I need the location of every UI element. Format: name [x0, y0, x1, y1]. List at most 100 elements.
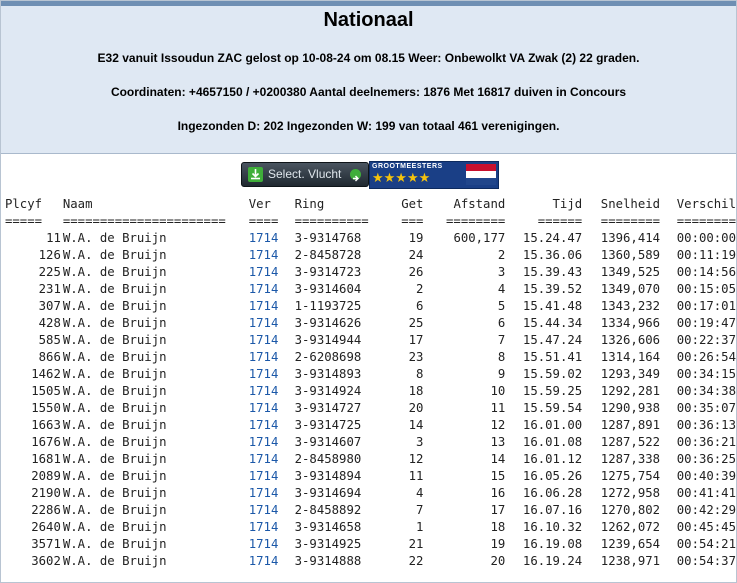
- cell-ring: 2-8458980: [294, 452, 362, 466]
- cell-naam: W.A. de Bruijn: [62, 299, 167, 313]
- cell-verschil: 00:42:29: [676, 503, 736, 517]
- cell-verschil: 00:34:15: [676, 367, 736, 381]
- cell-ver[interactable]: 1714: [249, 519, 295, 536]
- cell-tijd: 16.10.32: [522, 520, 583, 534]
- cell-get: 1: [416, 520, 424, 534]
- cell-ring: 2-6208698: [294, 350, 362, 364]
- col-header-tijd: Tijd: [552, 197, 583, 211]
- cell-ver[interactable]: 1714: [249, 281, 295, 298]
- cell-snelheid: 1270,802: [600, 503, 661, 517]
- select-flight-button[interactable]: Select. Vlucht: [241, 162, 369, 187]
- cell-plcyf: 1681: [31, 452, 61, 466]
- cell-ring: 3-9314888: [294, 554, 362, 568]
- cell-ver[interactable]: 1714: [249, 315, 295, 332]
- cell-ver[interactable]: 1714: [249, 468, 295, 485]
- cell-ver[interactable]: 1714: [249, 502, 295, 519]
- cell-ring: 3-9314727: [294, 401, 362, 415]
- cell-plcyf: 11: [46, 231, 61, 245]
- cell-verschil: 00:36:13: [676, 418, 736, 432]
- cell-ver[interactable]: 1714: [249, 434, 295, 451]
- cell-afstand: 15: [490, 469, 506, 483]
- cell-ver[interactable]: 1714: [249, 536, 295, 553]
- cell-ver[interactable]: 1714: [249, 298, 295, 315]
- cell-get: 11: [408, 469, 424, 483]
- cell-plcyf: 126: [38, 248, 61, 262]
- cell-get: 20: [408, 401, 424, 415]
- cell-verschil: 00:17:01: [676, 299, 736, 313]
- cell-afstand: 9: [497, 367, 506, 381]
- cell-ver[interactable]: 1714: [249, 349, 295, 366]
- cell-ver[interactable]: 1714: [249, 485, 295, 502]
- cell-ver[interactable]: 1714: [249, 332, 295, 349]
- separator: =====: [5, 214, 43, 228]
- dutch-flag-icon: [466, 164, 496, 185]
- cell-verschil: 00:11:19: [676, 248, 736, 262]
- grootmeesters-link[interactable]: GROOTMEESTERS ★★★★★: [369, 161, 499, 189]
- cell-ver[interactable]: 1714: [249, 553, 295, 570]
- cell-ring: 3-9314626: [294, 316, 362, 330]
- table-row: 231 W.A. de Bruijn 1714 3-9314604 2 4 15.39.52…: [5, 281, 736, 298]
- cell-ver[interactable]: 1714: [249, 383, 295, 400]
- cell-naam: W.A. de Bruijn: [62, 435, 167, 449]
- cell-plcyf: 2190: [31, 486, 61, 500]
- cell-tijd: 16.05.26: [522, 469, 583, 483]
- cell-ver[interactable]: 1714: [249, 400, 295, 417]
- col-header-verschil: Verschil: [676, 197, 736, 211]
- cell-ring: 3-9314925: [294, 537, 362, 551]
- cell-snelheid: 1349,070: [600, 282, 661, 296]
- cell-naam: W.A. de Bruijn: [62, 316, 167, 330]
- race-header: Nationaal E32 vanuit Issoudun ZAC gelost…: [1, 1, 736, 154]
- cell-afstand: 20: [490, 554, 506, 568]
- cell-plcyf: 2286: [31, 503, 61, 517]
- table-row: 1663 W.A. de Bruijn 1714 3-9314725 14 12 16.01…: [5, 417, 736, 434]
- cell-tijd: 15.59.54: [522, 401, 583, 415]
- table-row: 1550 W.A. de Bruijn 1714 3-9314727 20 11 15.59…: [5, 400, 736, 417]
- cell-get: 21: [408, 537, 424, 551]
- cell-get: 25: [408, 316, 424, 330]
- cell-snelheid: 1287,522: [600, 435, 661, 449]
- table-row: 866 W.A. de Bruijn 1714 2-6208698 23 8 15.51.4…: [5, 349, 736, 366]
- cell-ver[interactable]: 1714: [249, 451, 295, 468]
- cell-ring: 3-9314893: [294, 367, 362, 381]
- cell-ver[interactable]: 1714: [249, 264, 295, 281]
- cell-snelheid: 1292,281: [600, 384, 661, 398]
- cell-naam: W.A. de Bruijn: [62, 469, 167, 483]
- cell-plcyf: 1663: [31, 418, 61, 432]
- cell-get: 26: [408, 265, 424, 279]
- cell-naam: W.A. de Bruijn: [62, 282, 167, 296]
- cell-tijd: 16.01.12: [522, 452, 583, 466]
- col-header-snelheid: Snelheid: [600, 197, 661, 211]
- cell-tijd: 16.07.16: [522, 503, 583, 517]
- separator: ==========: [294, 214, 369, 228]
- cell-ring: 3-9314725: [294, 418, 362, 432]
- col-header-get: Get: [401, 197, 424, 211]
- col-header-plcyf: Plcyf: [5, 197, 43, 211]
- cell-get: 24: [408, 248, 424, 262]
- cell-afstand: 17: [490, 503, 506, 517]
- cell-ring: 3-9314768: [294, 231, 362, 245]
- cell-verschil: 00:35:07: [676, 401, 736, 415]
- cell-tijd: 16.19.08: [522, 537, 583, 551]
- cell-get: 23: [408, 350, 424, 364]
- cell-ver[interactable]: 1714: [249, 230, 295, 247]
- cell-afstand: 10: [490, 384, 506, 398]
- col-header-naam: Naam: [62, 197, 93, 211]
- table-body: 11 W.A. de Bruijn 1714 3-9314768 19 600,177 15…: [5, 230, 736, 570]
- cell-plcyf: 585: [38, 333, 61, 347]
- cell-naam: W.A. de Bruijn: [62, 350, 167, 364]
- cell-ver[interactable]: 1714: [249, 366, 295, 383]
- cell-afstand: 19: [490, 537, 506, 551]
- cell-ver[interactable]: 1714: [249, 247, 295, 264]
- cell-verschil: 00:00:00: [676, 231, 736, 245]
- cell-tijd: 15.36.06: [522, 248, 583, 262]
- results-table: Plcyf Naam Ver Ring Get Afstand Tijd Sne…: [5, 196, 736, 570]
- cell-naam: W.A. de Bruijn: [62, 367, 167, 381]
- table-row: 11 W.A. de Bruijn 1714 3-9314768 19 600,177 15…: [5, 230, 736, 247]
- cell-plcyf: 3571: [31, 537, 61, 551]
- cell-verschil: 00:14:56: [676, 265, 736, 279]
- cell-plcyf: 1462: [31, 367, 61, 381]
- cell-ver[interactable]: 1714: [249, 417, 295, 434]
- cell-verschil: 00:36:21: [676, 435, 736, 449]
- cell-afstand: 3: [497, 265, 506, 279]
- cell-snelheid: 1396,414: [600, 231, 661, 245]
